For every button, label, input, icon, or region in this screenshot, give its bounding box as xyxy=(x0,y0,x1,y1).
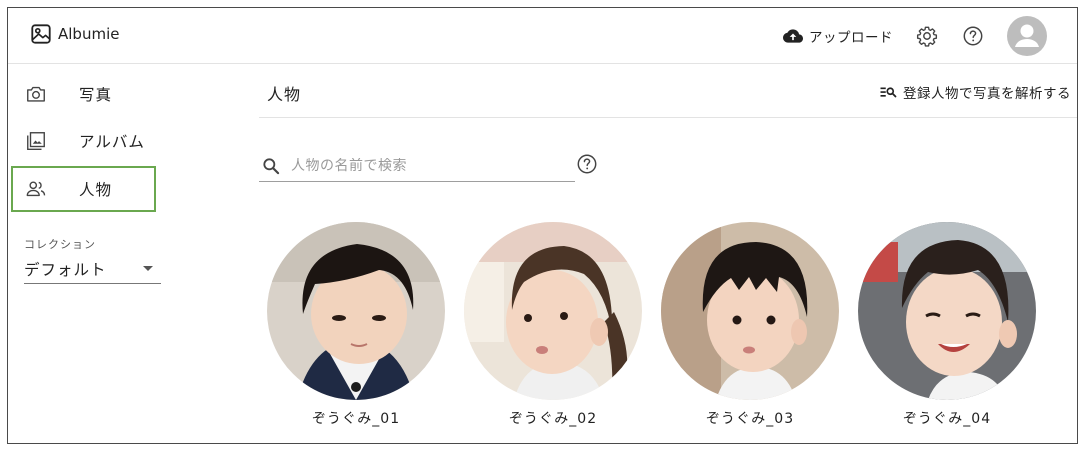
image-icon xyxy=(31,24,51,44)
sidebar-item-photos[interactable]: 写真 xyxy=(11,71,156,117)
sidebar-item-label: 人物 xyxy=(79,181,113,199)
cloud-upload-icon xyxy=(783,29,803,43)
main-content: 人物 登録人物で写真を解析する 人物の名前で検索 ぞうぐみ_01 ぞうぐみ_02… xyxy=(259,64,1077,443)
person-name: ぞうぐみ_01 xyxy=(311,411,401,427)
people-grid: ぞうぐみ_01 ぞうぐみ_02 ぞうぐみ_03 ぞうぐみ_04 xyxy=(267,222,1055,428)
sidebar: 写真 アルバム 人物 コレクション デフォルト xyxy=(8,64,248,443)
person-name: ぞうぐみ_03 xyxy=(705,411,795,427)
search-input[interactable] xyxy=(291,157,561,174)
upload-label: アップロード xyxy=(809,30,893,46)
sidebar-item-albums[interactable]: アルバム xyxy=(11,118,156,164)
gear-icon xyxy=(916,26,938,47)
person-card[interactable]: ぞうぐみ_04 xyxy=(858,222,1036,428)
app-name: Albumie xyxy=(58,25,120,43)
settings-button[interactable] xyxy=(915,24,939,48)
person-photo xyxy=(858,222,1036,400)
top-bar: Albumie アップロード xyxy=(8,8,1077,64)
search-icon xyxy=(261,156,281,176)
top-actions: アップロード xyxy=(783,12,1047,60)
search-help-button[interactable] xyxy=(576,153,598,175)
chevron-down-icon xyxy=(143,266,153,271)
sidebar-item-label: 写真 xyxy=(79,86,113,104)
person-photo xyxy=(464,222,642,400)
sidebar-item-people[interactable]: 人物 xyxy=(11,166,156,212)
person-name: ぞうぐみ_04 xyxy=(902,411,992,427)
help-button[interactable] xyxy=(961,24,985,48)
brand[interactable]: Albumie xyxy=(30,22,119,46)
analyze-label: 登録人物で写真を解析する xyxy=(903,86,1071,102)
help-icon xyxy=(963,26,983,46)
upload-button[interactable]: アップロード xyxy=(783,26,893,46)
app-window: Albumie アップロード 写真 アルバム 人物 コレクション デフォルト 人… xyxy=(7,7,1078,444)
people-icon xyxy=(25,178,47,200)
photo-album-icon xyxy=(25,130,47,152)
account-icon xyxy=(1015,24,1039,47)
person-photo xyxy=(661,222,839,400)
collection-select[interactable]: デフォルト xyxy=(24,254,161,284)
person-card[interactable]: ぞうぐみ_02 xyxy=(464,222,642,428)
page-header: 人物 登録人物で写真を解析する xyxy=(259,64,1077,118)
account-avatar[interactable] xyxy=(1007,16,1047,56)
collection-value: デフォルト xyxy=(24,260,107,279)
person-name: ぞうぐみ_02 xyxy=(508,411,598,427)
person-card[interactable]: ぞうぐみ_01 xyxy=(267,222,445,428)
collection-label: コレクション xyxy=(24,238,96,251)
sidebar-item-label: アルバム xyxy=(79,133,145,151)
analyze-photos-button[interactable]: 登録人物で写真を解析する xyxy=(879,82,1071,102)
people-search xyxy=(259,150,575,182)
person-card[interactable]: ぞうぐみ_03 xyxy=(661,222,839,428)
manage-search-icon xyxy=(880,87,897,98)
help-icon xyxy=(577,154,597,174)
person-photo xyxy=(267,222,445,400)
camera-icon xyxy=(25,83,47,105)
page-title: 人物 xyxy=(267,85,302,104)
